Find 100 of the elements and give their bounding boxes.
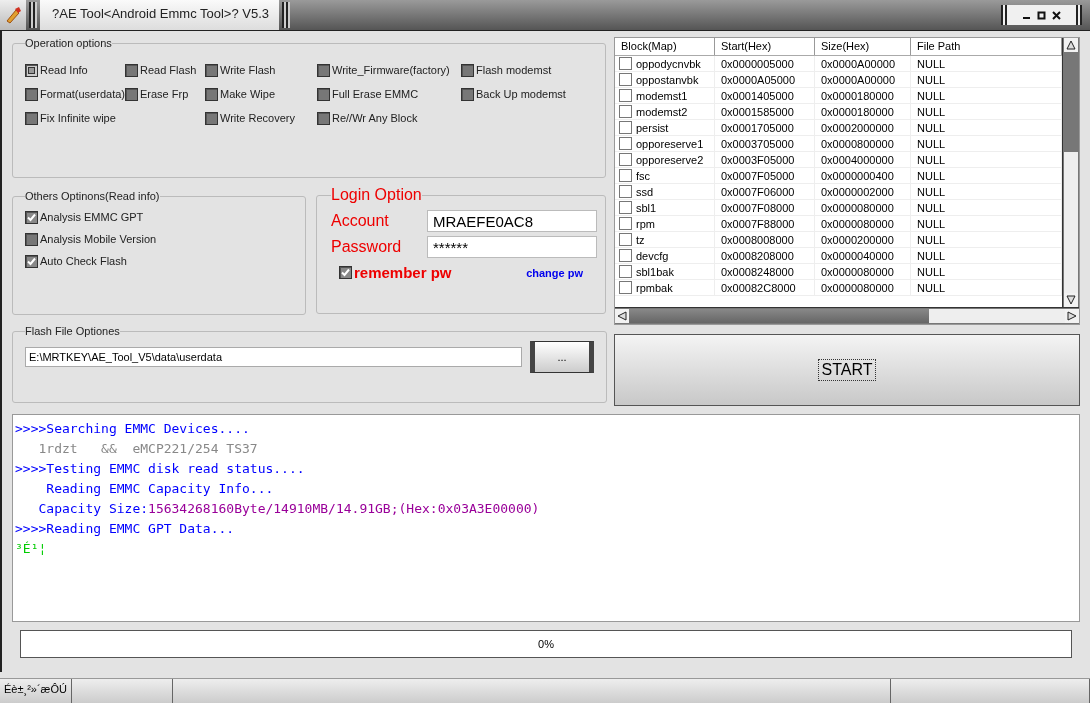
progress-text: 0% <box>538 638 554 650</box>
table-cell: 0x0000200000 <box>815 232 911 247</box>
table-cell: oppodycnvbk <box>636 57 701 70</box>
horizontal-scrollbar[interactable] <box>615 307 1079 324</box>
checkbox[interactable] <box>619 73 632 86</box>
path-field[interactable]: E:\MRTKEY\AE_Tool_V5\data\userdata <box>25 347 522 367</box>
option-checkbox[interactable] <box>25 87 38 101</box>
option-checkbox[interactable] <box>317 111 330 125</box>
table-cell: opporeserve2 <box>636 153 704 166</box>
option-checkbox[interactable] <box>25 63 38 77</box>
option-checkbox[interactable] <box>205 63 218 77</box>
column-header[interactable]: Start(Hex) <box>715 38 815 55</box>
window-title: ?AE Tool<Android Emmc Tool>? V5.3 <box>40 0 280 30</box>
option-checkbox[interactable] <box>205 87 218 101</box>
table-cell: oppostanvbk <box>636 73 699 86</box>
checkbox[interactable] <box>25 210 38 224</box>
table-cell: modemst2 <box>636 105 688 118</box>
option-label: Make Wipe <box>220 88 276 100</box>
checkbox[interactable] <box>619 89 632 102</box>
checkbox[interactable] <box>619 249 632 262</box>
table-cell: tz <box>636 233 645 246</box>
scroll-up-icon[interactable] <box>1064 38 1078 52</box>
option-label: Flash modemst <box>476 64 552 76</box>
account-field[interactable]: MRAEFE0AC8 <box>427 210 597 232</box>
table-cell: 0x0008008000 <box>715 232 815 247</box>
option-label: Write_Firmware(factory) <box>332 64 450 76</box>
table-cell: 0x0000800000 <box>815 136 911 151</box>
scroll-down-icon[interactable] <box>1064 293 1078 307</box>
checkbox[interactable] <box>619 137 632 150</box>
table-cell: 0x0000040000 <box>815 248 911 263</box>
table-cell: 0x00082C8000 <box>715 280 815 295</box>
table-cell: 0x0008208000 <box>715 248 815 263</box>
checkbox[interactable] <box>25 232 38 246</box>
table-cell: 0x0000180000 <box>815 88 911 103</box>
change-password-link[interactable]: change pw <box>526 266 583 279</box>
table-cell: 0x0000180000 <box>815 104 911 119</box>
checkbox[interactable] <box>619 153 632 166</box>
group-title: Others Optinons(Read info) <box>25 190 160 202</box>
scroll-left-icon[interactable] <box>615 309 629 323</box>
table-cell: devcfg <box>636 249 669 262</box>
table-cell: 0x0000080000 <box>815 264 911 279</box>
option-checkbox[interactable] <box>205 111 218 125</box>
log-line: >>>>Reading EMMC GPT Data... <box>15 520 236 538</box>
checkbox[interactable] <box>339 266 352 279</box>
vertical-scrollbar[interactable] <box>1062 38 1079 307</box>
option-label: Full Erase EMMC <box>332 88 419 100</box>
checkbox[interactable] <box>619 105 632 118</box>
close-icon <box>1052 10 1061 20</box>
option-checkbox[interactable] <box>317 87 330 101</box>
grip-handle <box>29 2 37 28</box>
table-cell: 0x0000000400 <box>815 168 911 183</box>
checkbox[interactable] <box>619 121 632 134</box>
checkbox[interactable] <box>619 57 632 70</box>
start-button[interactable]: START <box>817 359 877 381</box>
table-cell: opporeserve1 <box>636 137 704 150</box>
table-cell: 0x0000A00000 <box>815 56 911 71</box>
option-checkbox[interactable] <box>25 111 38 125</box>
option-label: Format(userdata) <box>40 88 125 100</box>
table-cell: modemst1 <box>636 89 688 102</box>
option-checkbox[interactable] <box>461 87 474 101</box>
checkbox[interactable] <box>25 254 38 268</box>
checkbox[interactable] <box>619 201 632 214</box>
table-cell: 0x0001585000 <box>715 104 815 119</box>
option-label: Analysis EMMC GPT <box>40 211 144 223</box>
field-label: Account <box>331 212 389 230</box>
log-label: Capacity Size: <box>37 500 149 518</box>
scroll-right-icon[interactable] <box>1065 309 1079 323</box>
table-cell: 0x0000080000 <box>815 200 911 215</box>
browse-button[interactable]: ... <box>530 341 594 373</box>
option-label: Read Info <box>40 64 88 76</box>
table-cell: 0x0001405000 <box>715 88 815 103</box>
option-checkbox[interactable] <box>317 63 330 77</box>
table-cell: 0x0003705000 <box>715 136 815 151</box>
option-checkbox[interactable] <box>461 63 474 77</box>
table-cell: 0x0000080000 <box>815 216 911 231</box>
table-cell: ssd <box>636 185 654 198</box>
log-line: >>>>Testing EMMC disk read status.... <box>15 460 306 478</box>
grip-handle <box>282 2 291 28</box>
option-checkbox[interactable] <box>125 63 138 77</box>
table-cell: rpmbak <box>636 281 673 294</box>
table-cell: 0x0007F88000 <box>715 216 815 231</box>
status-text: Éè±¸²»´æÔÚ <box>0 679 72 703</box>
table-cell: sbl1 <box>636 201 657 214</box>
checkbox[interactable] <box>619 281 632 294</box>
option-label: Write Flash <box>220 64 276 76</box>
column-header[interactable]: Size(Hex) <box>815 38 911 55</box>
table-cell: 0x0000A00000 <box>815 72 911 87</box>
table-cell: 0x0007F08000 <box>715 200 815 215</box>
log-line: 1rdzt && eMCP221/254 TS37 <box>37 440 259 458</box>
close-button[interactable] <box>1051 8 1062 22</box>
checkbox[interactable] <box>619 217 632 230</box>
password-field[interactable]: ****** <box>427 236 597 258</box>
checkbox[interactable] <box>619 169 632 182</box>
checkbox[interactable] <box>619 185 632 198</box>
checkbox[interactable] <box>619 265 632 278</box>
table-cell: 0x0007F05000 <box>715 168 815 183</box>
option-checkbox[interactable] <box>125 87 138 101</box>
checkbox[interactable] <box>619 233 632 246</box>
column-header[interactable]: Block(Map) <box>615 38 715 55</box>
group-title: Login Option <box>331 186 422 204</box>
